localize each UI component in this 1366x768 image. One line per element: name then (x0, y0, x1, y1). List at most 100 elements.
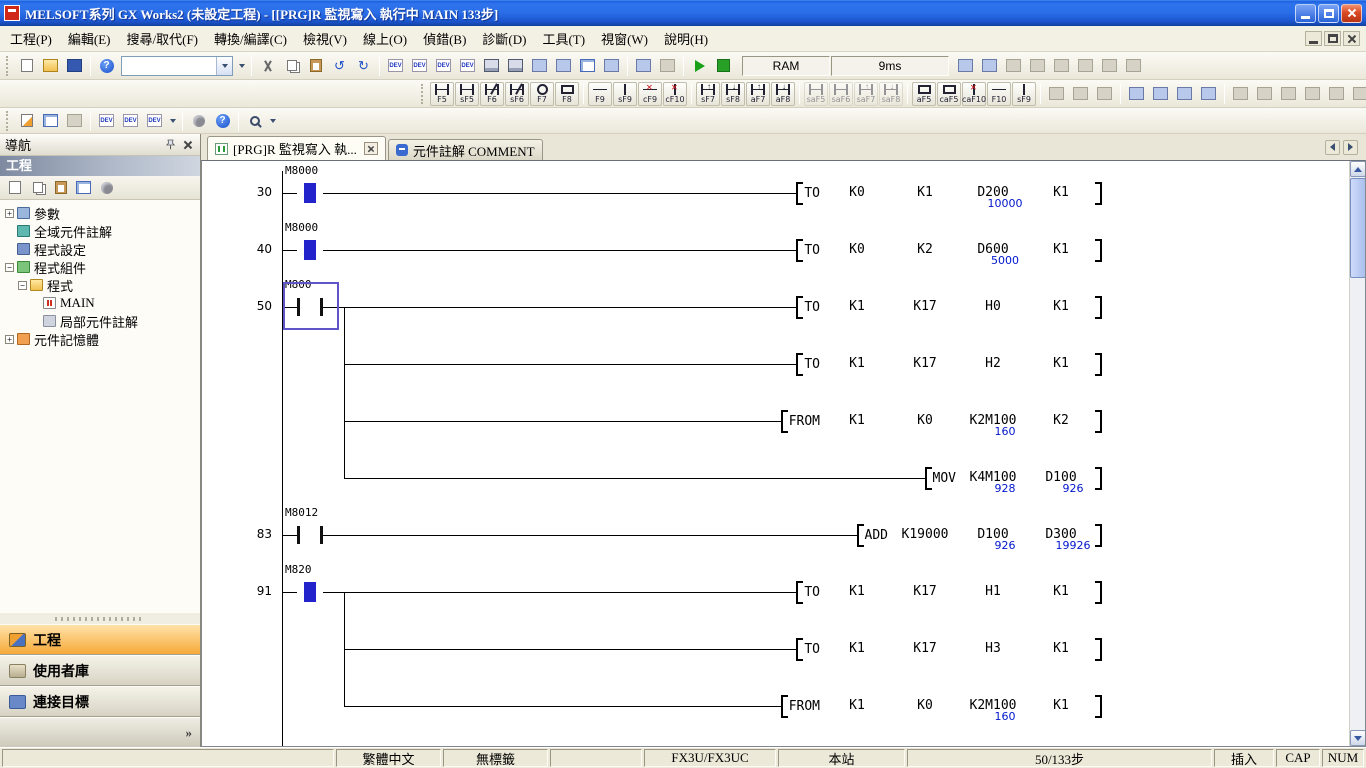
undo-icon[interactable] (328, 55, 351, 76)
fkey-button[interactable]: aF7 (746, 82, 770, 106)
panel-splitter-handle[interactable] (55, 617, 145, 621)
fkey-button[interactable]: caF5 (937, 82, 961, 106)
write-to-plc-icon[interactable] (480, 55, 503, 76)
scroll-down-icon[interactable] (1350, 730, 1366, 746)
output-window-icon[interactable] (63, 110, 86, 131)
fkey-button[interactable]: F9 (588, 82, 612, 106)
pin-icon[interactable] (163, 137, 178, 152)
tree-item-parameters[interactable]: + 參數 (0, 204, 200, 222)
navigation-window-icon[interactable] (15, 110, 38, 131)
sampling-trace-icon[interactable] (1050, 55, 1073, 76)
instruction[interactable]: FROMK1K0K2M100160K1 (781, 693, 1102, 719)
fkey-button[interactable]: aF5 (912, 82, 936, 106)
fkey-button[interactable]: cF9 (638, 82, 662, 106)
nav-button-user-library[interactable]: 使用者庫 (0, 655, 200, 686)
menu-item[interactable]: 搜尋/取代(F) (119, 26, 207, 51)
fkey-button[interactable]: saF5 (804, 82, 828, 106)
fkey-button[interactable]: F5 (430, 82, 454, 106)
tab-prg-main[interactable]: [PRG]R 監視寫入 執... (207, 136, 386, 160)
copy-data-icon[interactable] (26, 177, 49, 198)
instruction[interactable]: MOVK4M100928D100926 (925, 465, 1102, 491)
paste-data-icon[interactable] (49, 177, 72, 198)
scan-time-measure-icon[interactable] (1098, 55, 1121, 76)
menu-item[interactable]: 診斷(D) (474, 26, 534, 51)
tab-scroll-right-icon[interactable] (1343, 140, 1358, 155)
tree-expand-toggle[interactable]: + (5, 335, 14, 344)
fkey-button[interactable]: F6 (480, 82, 504, 106)
edit-note-icon[interactable] (1093, 83, 1116, 104)
fkey-button[interactable]: F10 (987, 82, 1011, 106)
monitor-start-icon[interactable] (688, 55, 711, 76)
instruction[interactable]: TOK0K1D20010000K1 (796, 180, 1102, 206)
menu-item[interactable]: 轉換/編譯(C) (206, 26, 295, 51)
fkey-button[interactable]: F8 (555, 82, 579, 106)
watch-window-icon[interactable] (1173, 83, 1196, 104)
monitor-mode-icon[interactable] (712, 55, 735, 76)
device-display-dropdown-icon[interactable] (167, 110, 178, 131)
device-batch-monitor-icon[interactable]: DEV (143, 110, 166, 131)
cross-reference-icon[interactable] (1125, 83, 1148, 104)
fkey-button[interactable]: cF10 (663, 82, 687, 106)
nav-button-project[interactable]: 工程 (0, 624, 200, 655)
step-execution-icon[interactable] (954, 55, 977, 76)
display-target-dropdown-icon[interactable] (236, 55, 247, 76)
menu-item[interactable]: 說明(H) (656, 26, 716, 51)
sort-setting-icon[interactable] (95, 177, 118, 198)
note-display-icon[interactable] (1277, 83, 1300, 104)
restore-button[interactable] (1318, 4, 1339, 23)
breakpoint-icon[interactable] (978, 55, 1001, 76)
project-data-combobox[interactable] (121, 56, 233, 76)
cut-icon[interactable] (256, 55, 279, 76)
device-use-list-icon[interactable] (1149, 83, 1172, 104)
display-colors-icon[interactable] (1325, 83, 1348, 104)
device-display-format-icon[interactable]: DEV (119, 110, 142, 131)
display-lines-icon[interactable] (1301, 83, 1324, 104)
skip-execution-icon[interactable] (1002, 55, 1025, 76)
instruction[interactable]: TOK0K2D6005000K1 (796, 237, 1102, 263)
comment-display-icon[interactable] (1229, 83, 1252, 104)
fkey-button[interactable]: aF8 (771, 82, 795, 106)
scrollbar-thumb[interactable] (1350, 178, 1366, 278)
tab-scroll-left-icon[interactable] (1325, 140, 1340, 155)
menu-item[interactable]: 編輯(E) (60, 26, 119, 51)
tab-close-icon[interactable] (364, 142, 378, 155)
tree-expand-toggle[interactable]: + (5, 209, 14, 218)
fkey-button[interactable]: saF8 (879, 82, 903, 106)
open-project-icon[interactable] (39, 55, 62, 76)
instruction[interactable]: TOK1K17H0K1 (796, 294, 1102, 320)
statement-display-icon[interactable] (1253, 83, 1276, 104)
fkey-button[interactable]: saF6 (829, 82, 853, 106)
panel-close-icon[interactable] (180, 137, 195, 152)
device-comment-icon[interactable]: DEV (384, 55, 407, 76)
minimize-button[interactable] (1295, 4, 1316, 23)
contact-m8000[interactable] (297, 239, 323, 261)
scroll-up-icon[interactable] (1350, 161, 1366, 177)
tree-item-program-setting[interactable]: 程式設定 (0, 240, 200, 258)
copy-icon[interactable] (280, 55, 303, 76)
partial-execution-icon[interactable] (1026, 55, 1049, 76)
fkey-button[interactable]: sF8 (721, 82, 745, 106)
chevron-icon[interactable]: » (186, 725, 193, 741)
remote-operation-icon[interactable] (552, 55, 575, 76)
menu-item[interactable]: 工具(T) (534, 26, 593, 51)
toolbar-grip[interactable] (6, 111, 11, 131)
menu-item[interactable]: 工程(P) (2, 26, 60, 51)
all-display-icon[interactable] (1349, 83, 1366, 104)
fkey-button[interactable]: sF9 (613, 82, 637, 106)
help-icon[interactable] (211, 110, 234, 131)
toolbar-grip[interactable] (421, 84, 426, 104)
contact-m820[interactable] (297, 581, 323, 603)
vertical-scrollbar[interactable] (1349, 161, 1365, 746)
instruction[interactable]: TOK1K17H3K1 (796, 636, 1102, 662)
expand-tree-icon[interactable] (72, 177, 95, 198)
device-monitor-icon[interactable] (1197, 83, 1220, 104)
paste-icon[interactable] (304, 55, 327, 76)
tree-expand-toggle[interactable]: − (18, 281, 27, 290)
contact-m8000[interactable] (297, 182, 323, 204)
tab-device-comment[interactable]: 元件註解 COMMENT (388, 139, 543, 160)
contact-m8012[interactable] (297, 524, 323, 546)
instruction[interactable]: TOK1K17H1K1 (796, 579, 1102, 605)
tree-item-program[interactable]: − 程式 (0, 276, 200, 294)
read-from-plc-icon[interactable] (504, 55, 527, 76)
fkey-button[interactable]: saF7 (854, 82, 878, 106)
